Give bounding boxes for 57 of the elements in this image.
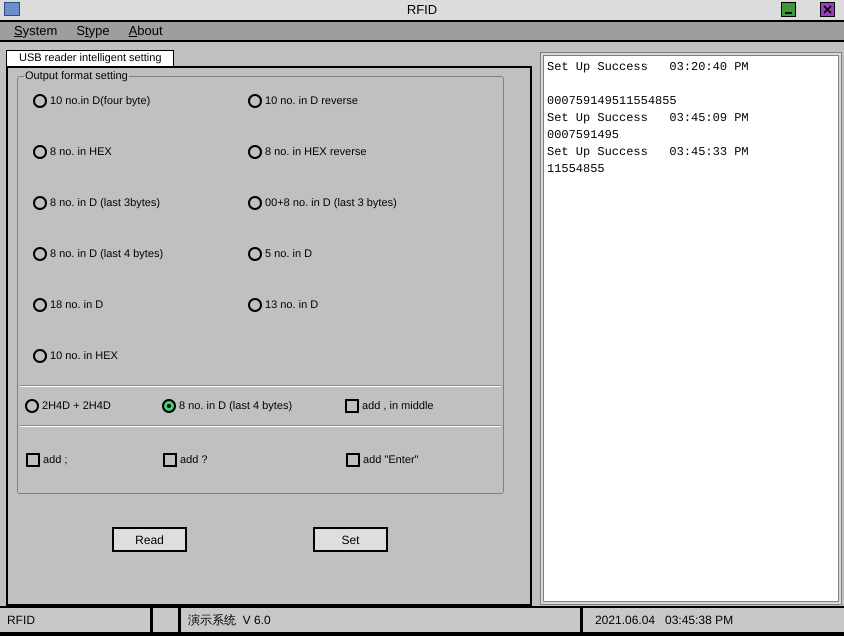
option-label: 10 no. in D reverse	[265, 94, 358, 108]
radio-button[interactable]	[248, 94, 262, 108]
status-panel	[153, 608, 178, 632]
option-label: add "Enter"	[363, 453, 419, 467]
tab[interactable]: USB reader intelligent setting	[6, 50, 174, 66]
menu-item[interactable]: Stype	[76, 21, 110, 41]
action-button[interactable]: Set	[313, 527, 388, 552]
radio-button[interactable]	[248, 145, 262, 159]
option-label: 8 no. in D (last 4 bytes)	[50, 247, 164, 261]
minimize-icon	[785, 12, 792, 14]
checkbox[interactable]	[163, 453, 177, 467]
checkbox[interactable]	[346, 453, 360, 467]
log-line: Set Up Success 03:45:09 PM	[547, 110, 750, 127]
menu-item[interactable]: About	[128, 21, 163, 41]
group-title: Output format setting	[24, 69, 129, 83]
option-label: 13 no. in D	[265, 298, 318, 312]
log-line: Set Up Success 03:20:40 PM	[547, 59, 750, 76]
minimize-button[interactable]	[781, 2, 796, 17]
close-icon	[823, 5, 832, 14]
option-label: 2H4D + 2H4D	[42, 399, 111, 413]
menu-item[interactable]: System	[14, 21, 58, 41]
log-line: Set Up Success 03:45:33 PM	[547, 144, 750, 161]
status-text: 2021.06.04 03:45:38 PM	[583, 608, 844, 632]
radio-button[interactable]	[33, 298, 47, 312]
checkbox[interactable]	[345, 399, 359, 413]
log-line: 11554855	[547, 161, 606, 178]
option-label: add , in middle	[362, 399, 434, 413]
radio-button[interactable]	[33, 247, 47, 261]
checkbox[interactable]	[26, 453, 40, 467]
option-label: 00+8 no. in D (last 3 bytes)	[265, 196, 397, 210]
radio-button[interactable]	[162, 399, 176, 413]
radio-button[interactable]	[33, 94, 47, 108]
status-text: RFID	[0, 608, 150, 632]
status-text: 演示系统 V 6.0	[181, 608, 580, 632]
radio-button[interactable]	[248, 247, 262, 261]
log-line: 000759149511554855	[547, 93, 678, 110]
option-label: 18 no. in D	[50, 298, 104, 312]
app-icon	[4, 2, 20, 16]
option-label: 8 no. in D (last 4 bytes)	[179, 399, 292, 413]
radio-button[interactable]	[33, 145, 47, 159]
option-label: 8 no. in HEX	[50, 145, 112, 159]
window-title: RFID	[406, 1, 438, 20]
radio-button[interactable]	[25, 399, 39, 413]
option-label: 8 no. in D (last 3bytes)	[50, 196, 160, 210]
option-label: add ;	[43, 453, 68, 467]
radio-button[interactable]	[248, 196, 262, 210]
option-label: 5 no. in D	[265, 247, 312, 261]
radio-button[interactable]	[33, 349, 47, 363]
close-button[interactable]	[820, 2, 835, 17]
radio-button[interactable]	[33, 196, 47, 210]
option-label: 10 no. in HEX	[50, 349, 118, 363]
log-line: 0007591495	[547, 127, 620, 144]
option-label: 10 no.in D(four byte)	[50, 94, 150, 108]
option-label: add ?	[180, 453, 208, 467]
option-label: 8 no. in HEX reverse	[265, 145, 366, 159]
action-button[interactable]: Read	[112, 527, 187, 552]
radio-button[interactable]	[248, 298, 262, 312]
